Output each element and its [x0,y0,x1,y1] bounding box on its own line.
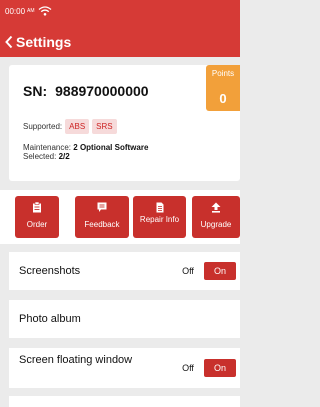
wifi-icon [38,6,51,16]
upload-icon [211,202,221,213]
action-bar: Order Feedback Repair Info Upgrade [0,190,240,244]
selected-label: Selected: [23,152,57,161]
maintenance-label: Maintenance: [23,143,72,152]
status-bar: 00:00 AM [5,4,52,18]
photo-album-label: Photo album [19,313,81,325]
title-bar[interactable]: Settings [4,33,71,51]
points-badge[interactable]: Points 0 [206,65,240,111]
message-icon [97,202,107,212]
status-ampm: AM [27,8,35,14]
order-label: Order [26,220,48,229]
floating-window-off-option[interactable]: Off [172,363,204,373]
badge-abs: ABS [65,119,90,134]
upgrade-label: Upgrade [200,220,232,229]
maintenance-row: Maintenance: 2 Optional Software [23,143,148,152]
back-chevron-icon[interactable] [4,35,14,49]
order-button[interactable]: Order [15,196,59,238]
selected-value: 2/2 [58,152,70,161]
photo-album-row[interactable]: Photo album [9,300,240,338]
screenshots-toggle[interactable]: Off On [172,262,238,280]
document-icon [156,202,163,213]
serial-number-value: 988970000000 [55,83,149,99]
badge-srs: SRS [92,119,117,134]
next-settings-row[interactable] [9,396,240,407]
floating-window-label: Screen floating window [19,354,133,366]
screenshots-on-option[interactable]: On [204,262,236,280]
screenshots-row: Screenshots Off On [9,252,240,290]
selected-row: Selected: 2/2 [23,152,70,161]
repair-info-button[interactable]: Repair Info [133,196,186,238]
supported-row: Supported: ABS SRS [23,119,117,134]
feedback-button[interactable]: Feedback [75,196,129,238]
clipboard-icon [33,202,41,213]
floating-window-toggle[interactable]: Off On [172,359,238,377]
app-header: 00:00 AM Settings [0,0,240,57]
status-time: 00:00 [5,6,26,16]
serial-number-label: SN: [23,83,48,99]
screenshots-off-option[interactable]: Off [172,266,204,276]
feedback-label: Feedback [84,220,120,229]
screenshots-label: Screenshots [19,265,81,277]
maintenance-value: 2 Optional Software [73,143,149,152]
repair-info-label: Repair Info [139,215,180,224]
supported-label: Supported: [23,122,63,131]
serial-number-row: SN: 988970000000 [23,80,149,102]
page-title: Settings [16,34,72,50]
points-label: Points [211,69,235,78]
floating-window-on-option[interactable]: On [204,359,236,377]
points-value: 0 [219,91,227,106]
upgrade-button[interactable]: Upgrade [192,196,240,238]
floating-window-row: Screen floating window Off On [9,348,240,388]
